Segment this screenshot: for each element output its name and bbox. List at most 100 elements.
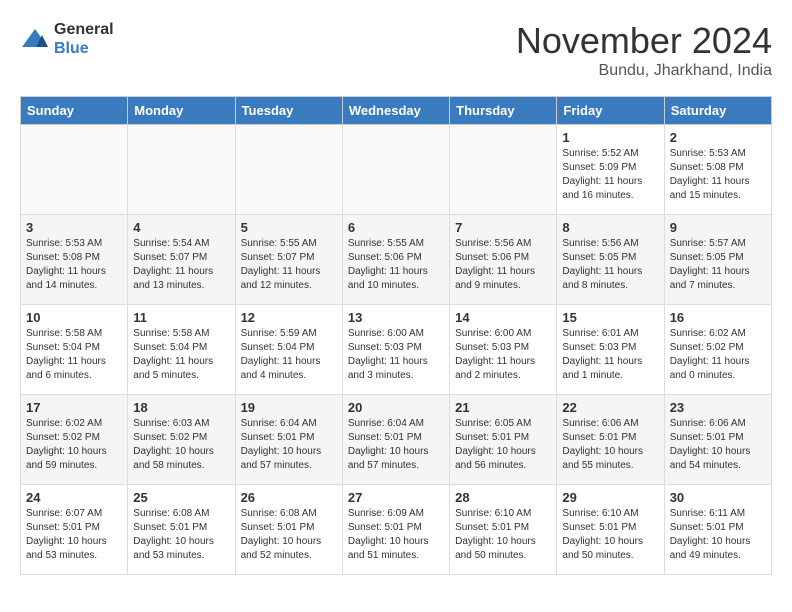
day-info: Sunrise: 6:03 AM Sunset: 5:02 PM Dayligh… bbox=[133, 417, 229, 473]
calendar-cell: 19 Sunrise: 6:04 AM Sunset: 5:01 PM Dayli… bbox=[235, 395, 342, 485]
day-number: 13 bbox=[348, 310, 444, 325]
calendar-cell: 12 Sunrise: 5:59 AM Sunset: 5:04 PM Dayli… bbox=[235, 305, 342, 395]
weekday-header-friday: Friday bbox=[557, 97, 664, 125]
day-info: Sunrise: 6:08 AM Sunset: 5:01 PM Dayligh… bbox=[133, 507, 229, 563]
day-number: 7 bbox=[455, 220, 551, 235]
calendar-week-1: 1Sunrise: 5:52 AM Sunset: 5:09 PM Daylig… bbox=[21, 125, 772, 215]
weekday-header-saturday: Saturday bbox=[664, 97, 771, 125]
calendar-cell: 14 Sunrise: 6:00 AM Sunset: 5:03 PM Dayli… bbox=[450, 305, 557, 395]
day-info: Sunrise: 6:09 AM Sunset: 5:01 PM Dayligh… bbox=[348, 507, 444, 563]
day-number: 19 bbox=[241, 400, 337, 415]
weekday-header-wednesday: Wednesday bbox=[342, 97, 449, 125]
day-number: 27 bbox=[348, 490, 444, 505]
calendar-cell: 5 Sunrise: 5:55 AM Sunset: 5:07 PM Daylig… bbox=[235, 215, 342, 305]
day-number: 28 bbox=[455, 490, 551, 505]
day-number: 26 bbox=[241, 490, 337, 505]
day-number: 29 bbox=[562, 490, 658, 505]
calendar-cell: 25 Sunrise: 6:08 AM Sunset: 5:01 PM Dayli… bbox=[128, 485, 235, 575]
calendar-week-5: 24 Sunrise: 6:07 AM Sunset: 5:01 PM Dayli… bbox=[21, 485, 772, 575]
calendar-cell bbox=[128, 125, 235, 215]
day-info: Sunrise: 5:58 AM Sunset: 5:04 PM Dayligh… bbox=[26, 327, 122, 383]
day-info: Sunrise: 5:56 AM Sunset: 5:06 PM Dayligh… bbox=[455, 237, 551, 293]
day-number: 5 bbox=[241, 220, 337, 235]
calendar-cell: 11 Sunrise: 5:58 AM Sunset: 5:04 PM Dayli… bbox=[128, 305, 235, 395]
calendar-cell: 20Sunrise: 6:04 AM Sunset: 5:01 PM Dayli… bbox=[342, 395, 449, 485]
day-info: Sunrise: 6:07 AM Sunset: 5:01 PM Dayligh… bbox=[26, 507, 122, 563]
day-info: Sunrise: 6:11 AM Sunset: 5:01 PM Dayligh… bbox=[670, 507, 766, 563]
day-number: 18 bbox=[133, 400, 229, 415]
day-number: 30 bbox=[670, 490, 766, 505]
calendar-cell: 15 Sunrise: 6:01 AM Sunset: 5:03 PM Dayli… bbox=[557, 305, 664, 395]
day-number: 11 bbox=[133, 310, 229, 325]
day-number: 14 bbox=[455, 310, 551, 325]
title-area: November 2024 Bundu, Jharkhand, India bbox=[516, 20, 772, 80]
day-info: Sunrise: 6:02 AM Sunset: 5:02 PM Dayligh… bbox=[26, 417, 122, 473]
calendar-cell: 8 Sunrise: 5:56 AM Sunset: 5:05 PM Daylig… bbox=[557, 215, 664, 305]
day-info: Sunrise: 6:02 AM Sunset: 5:02 PM Dayligh… bbox=[670, 327, 766, 383]
calendar-cell: 2 Sunrise: 5:53 AM Sunset: 5:08 PM Daylig… bbox=[664, 125, 771, 215]
day-number: 24 bbox=[26, 490, 122, 505]
day-info: Sunrise: 5:58 AM Sunset: 5:04 PM Dayligh… bbox=[133, 327, 229, 383]
calendar-cell: 26Sunrise: 6:08 AM Sunset: 5:01 PM Dayli… bbox=[235, 485, 342, 575]
calendar-cell: 23Sunrise: 6:06 AM Sunset: 5:01 PM Dayli… bbox=[664, 395, 771, 485]
day-number: 4 bbox=[133, 220, 229, 235]
calendar-cell: 17 Sunrise: 6:02 AM Sunset: 5:02 PM Dayli… bbox=[21, 395, 128, 485]
day-info: Sunrise: 5:56 AM Sunset: 5:05 PM Dayligh… bbox=[562, 237, 658, 293]
calendar-week-3: 10 Sunrise: 5:58 AM Sunset: 5:04 PM Dayli… bbox=[21, 305, 772, 395]
calendar-week-2: 3 Sunrise: 5:53 AM Sunset: 5:08 PM Daylig… bbox=[21, 215, 772, 305]
day-number: 25 bbox=[133, 490, 229, 505]
weekday-header-sunday: Sunday bbox=[21, 97, 128, 125]
day-number: 8 bbox=[562, 220, 658, 235]
day-number: 20 bbox=[348, 400, 444, 415]
day-info: Sunrise: 6:10 AM Sunset: 5:01 PM Dayligh… bbox=[562, 507, 658, 563]
day-number: 6 bbox=[348, 220, 444, 235]
calendar-cell bbox=[450, 125, 557, 215]
calendar-cell: 30 Sunrise: 6:11 AM Sunset: 5:01 PM Dayli… bbox=[664, 485, 771, 575]
calendar-cell: 13 Sunrise: 6:00 AM Sunset: 5:03 PM Dayli… bbox=[342, 305, 449, 395]
day-number: 12 bbox=[241, 310, 337, 325]
logo-text: General Blue bbox=[54, 20, 114, 58]
day-number: 3 bbox=[26, 220, 122, 235]
calendar-cell: 27 Sunrise: 6:09 AM Sunset: 5:01 PM Dayli… bbox=[342, 485, 449, 575]
day-info: Sunrise: 6:04 AM Sunset: 5:01 PM Dayligh… bbox=[241, 417, 337, 473]
calendar-cell: 1Sunrise: 5:52 AM Sunset: 5:09 PM Daylig… bbox=[557, 125, 664, 215]
day-info: Sunrise: 5:57 AM Sunset: 5:05 PM Dayligh… bbox=[670, 237, 766, 293]
day-info: Sunrise: 5:59 AM Sunset: 5:04 PM Dayligh… bbox=[241, 327, 337, 383]
day-number: 9 bbox=[670, 220, 766, 235]
calendar-cell: 16 Sunrise: 6:02 AM Sunset: 5:02 PM Dayli… bbox=[664, 305, 771, 395]
day-info: Sunrise: 6:05 AM Sunset: 5:01 PM Dayligh… bbox=[455, 417, 551, 473]
day-info: Sunrise: 5:53 AM Sunset: 5:08 PM Dayligh… bbox=[26, 237, 122, 293]
logo-icon bbox=[20, 27, 50, 51]
calendar-table: SundayMondayTuesdayWednesdayThursdayFrid… bbox=[20, 96, 772, 575]
day-number: 21 bbox=[455, 400, 551, 415]
calendar-cell bbox=[235, 125, 342, 215]
day-info: Sunrise: 5:53 AM Sunset: 5:08 PM Dayligh… bbox=[670, 147, 766, 203]
calendar-cell: 29 Sunrise: 6:10 AM Sunset: 5:01 PM Dayli… bbox=[557, 485, 664, 575]
day-info: Sunrise: 6:00 AM Sunset: 5:03 PM Dayligh… bbox=[348, 327, 444, 383]
weekday-header-monday: Monday bbox=[128, 97, 235, 125]
logo: General Blue bbox=[20, 20, 114, 58]
calendar-cell: 10 Sunrise: 5:58 AM Sunset: 5:04 PM Dayli… bbox=[21, 305, 128, 395]
day-info: Sunrise: 5:55 AM Sunset: 5:06 PM Dayligh… bbox=[348, 237, 444, 293]
calendar-cell: 3 Sunrise: 5:53 AM Sunset: 5:08 PM Daylig… bbox=[21, 215, 128, 305]
month-title: November 2024 bbox=[516, 20, 772, 62]
day-number: 10 bbox=[26, 310, 122, 325]
day-info: Sunrise: 5:55 AM Sunset: 5:07 PM Dayligh… bbox=[241, 237, 337, 293]
day-info: Sunrise: 6:10 AM Sunset: 5:01 PM Dayligh… bbox=[455, 507, 551, 563]
day-number: 2 bbox=[670, 130, 766, 145]
calendar-body: 1Sunrise: 5:52 AM Sunset: 5:09 PM Daylig… bbox=[21, 125, 772, 575]
calendar-cell: 22Sunrise: 6:06 AM Sunset: 5:01 PM Dayli… bbox=[557, 395, 664, 485]
weekday-header-tuesday: Tuesday bbox=[235, 97, 342, 125]
calendar-cell bbox=[342, 125, 449, 215]
day-info: Sunrise: 6:01 AM Sunset: 5:03 PM Dayligh… bbox=[562, 327, 658, 383]
day-info: Sunrise: 5:54 AM Sunset: 5:07 PM Dayligh… bbox=[133, 237, 229, 293]
day-number: 15 bbox=[562, 310, 658, 325]
day-info: Sunrise: 6:06 AM Sunset: 5:01 PM Dayligh… bbox=[562, 417, 658, 473]
calendar-header-row: SundayMondayTuesdayWednesdayThursdayFrid… bbox=[21, 97, 772, 125]
day-info: Sunrise: 5:52 AM Sunset: 5:09 PM Dayligh… bbox=[562, 147, 658, 203]
day-number: 17 bbox=[26, 400, 122, 415]
day-number: 16 bbox=[670, 310, 766, 325]
day-info: Sunrise: 6:00 AM Sunset: 5:03 PM Dayligh… bbox=[455, 327, 551, 383]
calendar-cell: 18 Sunrise: 6:03 AM Sunset: 5:02 PM Dayli… bbox=[128, 395, 235, 485]
calendar-cell bbox=[21, 125, 128, 215]
